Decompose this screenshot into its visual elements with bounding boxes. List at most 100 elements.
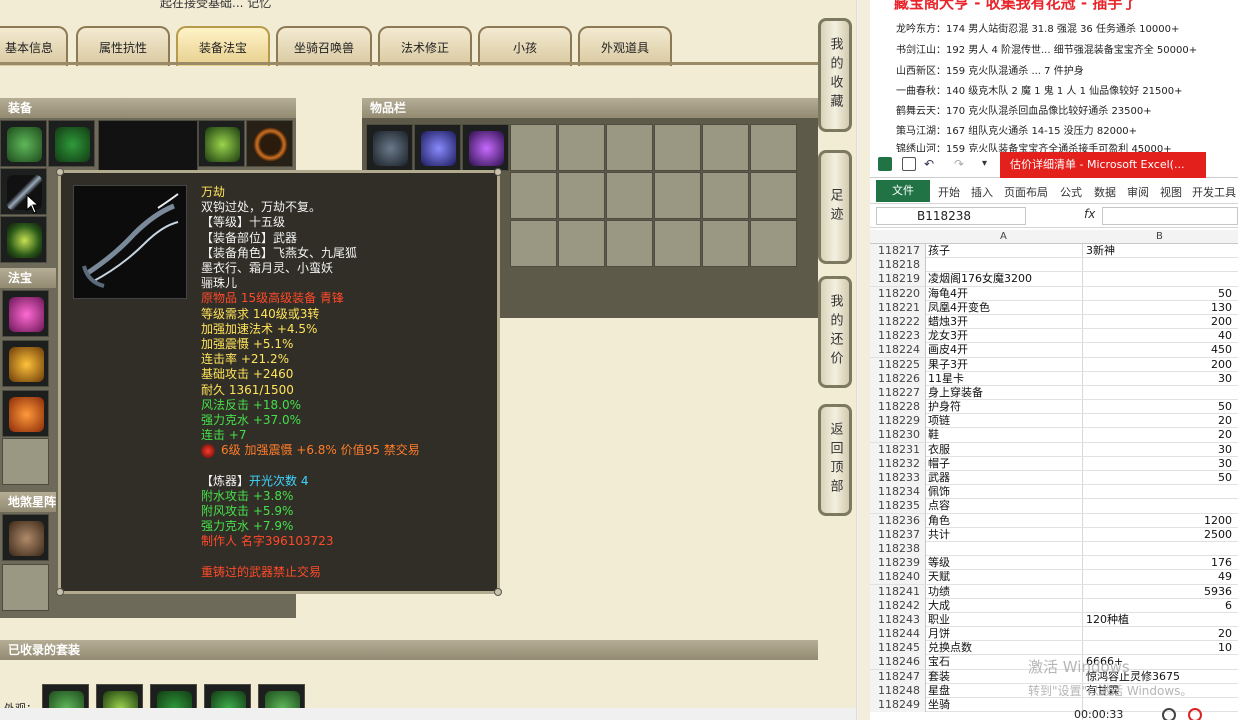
cell-a[interactable]: 凌烟阁176女魔3200 [928, 272, 1032, 286]
row-number[interactable]: 118223 [870, 329, 926, 344]
row-number[interactable]: 118247 [870, 669, 926, 684]
cell-b[interactable]: 5936 [1086, 585, 1232, 599]
tab-insert[interactable]: 插入 [971, 184, 993, 200]
row-number[interactable]: 118232 [870, 456, 926, 471]
row-number[interactable]: 118230 [870, 428, 926, 443]
row-number[interactable]: 118228 [870, 400, 926, 415]
row-number[interactable]: 118233 [870, 471, 926, 485]
row-number[interactable]: 118217 [870, 244, 926, 258]
cell-b[interactable]: 120种植 [1086, 613, 1129, 627]
row-number[interactable]: 118238 [870, 541, 926, 556]
redo-icon[interactable]: ↷ [954, 157, 968, 171]
inventory-slot-16[interactable] [510, 220, 557, 267]
cell-b[interactable]: 6 [1086, 599, 1232, 613]
inventory-slot-8[interactable] [702, 124, 749, 171]
tab-developer[interactable]: 开发工具 [1192, 184, 1236, 200]
cell-a[interactable]: 大成 [928, 599, 950, 613]
treasure-slot-4[interactable] [2, 438, 49, 485]
row-number[interactable]: 118225 [870, 357, 926, 372]
inventory-slot-10[interactable] [510, 172, 557, 219]
my-favorites-button[interactable]: 我的收藏 [818, 18, 852, 132]
cell-a[interactable]: 11星卡 [928, 372, 964, 386]
inventory-slot-15[interactable] [750, 172, 797, 219]
treasure-slot-3[interactable] [2, 390, 49, 437]
cell-b[interactable]: 40 [1086, 329, 1232, 343]
vertical-scrollbar[interactable] [856, 0, 858, 720]
cell-b[interactable]: 49 [1086, 570, 1232, 584]
row-number[interactable]: 118218 [870, 258, 926, 273]
cell-b[interactable]: 200 [1086, 315, 1232, 329]
cell-b[interactable]: 1200 [1086, 514, 1232, 528]
inventory-slot-21[interactable] [750, 220, 797, 267]
cell-b[interactable]: 20 [1086, 428, 1232, 442]
cell-b[interactable]: 130 [1086, 301, 1232, 315]
cell-a[interactable]: 画皮4开 [928, 343, 968, 357]
cell-a[interactable]: 坐骑 [928, 698, 950, 712]
cell-a[interactable]: 等级 [928, 556, 950, 570]
equip-slot-mask[interactable] [198, 120, 245, 167]
cell-a[interactable]: 衣服 [928, 443, 950, 457]
cell-b[interactable]: 200 [1086, 358, 1232, 372]
row-number[interactable]: 118248 [870, 683, 926, 698]
cell-b[interactable]: 50 [1086, 471, 1232, 485]
row-number[interactable]: 118243 [870, 612, 926, 627]
tab-mounts-summons[interactable]: 坐骑召唤兽 [276, 26, 372, 66]
row-number[interactable]: 118234 [870, 485, 926, 500]
cell-a[interactable]: 套装 [928, 670, 950, 684]
tab-page-layout[interactable]: 页面布局 [1004, 184, 1048, 200]
inventory-slot-5[interactable] [558, 124, 605, 171]
inventory-slot-13[interactable] [654, 172, 701, 219]
inventory-slot-17[interactable] [558, 220, 605, 267]
equip-slot-ring[interactable] [246, 120, 293, 167]
row-number[interactable]: 118249 [870, 698, 926, 712]
equip-slot-necklace[interactable] [48, 120, 95, 167]
cell-b[interactable]: 20 [1086, 627, 1232, 641]
cell-a[interactable]: 帽子 [928, 457, 950, 471]
customize-toolbar-icon[interactable]: ▾ [982, 157, 996, 171]
cell-a[interactable]: 天赋 [928, 570, 950, 584]
treasure-slot-2[interactable] [2, 340, 49, 387]
treasure-slot-1[interactable] [2, 290, 49, 337]
formula-input[interactable] [1102, 207, 1238, 225]
inventory-slot-7[interactable] [654, 124, 701, 171]
inventory-slot-3[interactable] [462, 124, 509, 171]
pause-icon[interactable] [1162, 708, 1176, 720]
row-number[interactable]: 118242 [870, 598, 926, 613]
inventory-slot-20[interactable] [702, 220, 749, 267]
tab-home[interactable]: 开始 [938, 184, 960, 200]
beast-slot-2[interactable] [2, 564, 49, 611]
row-number[interactable]: 118221 [870, 300, 926, 315]
footprint-button[interactable]: 足迹 [818, 150, 852, 264]
row-number[interactable]: 118240 [870, 570, 926, 585]
cell-a[interactable]: 孩子 [928, 244, 950, 258]
cell-a[interactable]: 龙女3开 [928, 329, 968, 343]
cell-a[interactable]: 武器 [928, 471, 950, 485]
name-box[interactable]: B118238 [876, 207, 1026, 225]
row-number[interactable]: 118239 [870, 556, 926, 571]
cell-a[interactable]: 功绩 [928, 585, 950, 599]
inventory-slot-19[interactable] [654, 220, 701, 267]
cell-a[interactable]: 项链 [928, 414, 950, 428]
row-number[interactable]: 118235 [870, 499, 926, 514]
stop-record-icon[interactable] [1188, 708, 1202, 720]
cell-b[interactable]: 3新神 [1086, 244, 1115, 258]
tab-equipment[interactable]: 装备法宝 [176, 26, 270, 66]
cell-b[interactable]: 30 [1086, 443, 1232, 457]
inventory-slot-1[interactable] [366, 124, 413, 171]
cell-a[interactable]: 身上穿装备 [928, 386, 983, 400]
cell-a[interactable]: 职业 [928, 613, 950, 627]
cell-a[interactable]: 果子3开 [928, 358, 968, 372]
tab-data[interactable]: 数据 [1094, 184, 1116, 200]
row-number[interactable]: 118226 [870, 371, 926, 386]
row-number[interactable]: 118245 [870, 641, 926, 656]
cell-a[interactable]: 凤凰4开变色 [928, 301, 990, 315]
cell-a[interactable]: 鞋 [928, 428, 939, 442]
cell-b[interactable]: 30 [1086, 457, 1232, 471]
tab-appearance[interactable]: 外观道具 [578, 26, 672, 66]
tab-basic-info[interactable]: 基本信息 [0, 26, 68, 66]
tab-review[interactable]: 审阅 [1127, 184, 1149, 200]
row-number[interactable]: 118246 [870, 655, 926, 670]
inventory-slot-2[interactable] [414, 124, 461, 171]
tab-file[interactable]: 文件 [876, 180, 930, 202]
inventory-slot-12[interactable] [606, 172, 653, 219]
